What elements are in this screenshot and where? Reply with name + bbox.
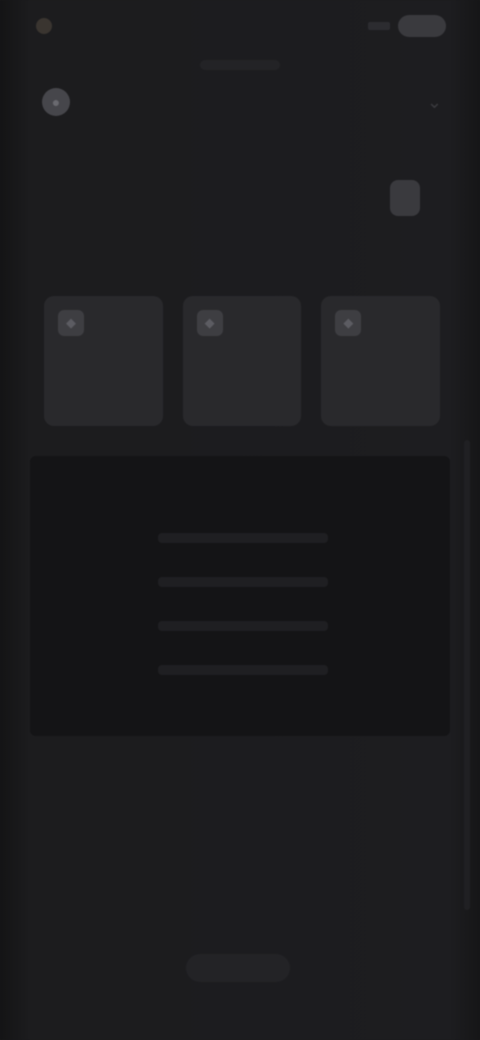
url-bar[interactable]: [200, 60, 280, 70]
card-row: ◆ ◆ ◆: [44, 296, 441, 426]
tab-1[interactable]: [60, 192, 68, 204]
card-3[interactable]: ◆: [321, 296, 441, 426]
app-screen: ● ⌄ ◆ ◆ ◆: [0, 0, 480, 1040]
row-detail: [144, 577, 342, 587]
card-3-icon: ◆: [335, 310, 362, 336]
chevron-down-icon[interactable]: ⌄: [427, 92, 442, 113]
table-header: [44, 480, 436, 516]
notification-dot-icon: [36, 18, 52, 34]
status-left: [36, 18, 62, 34]
tab-3[interactable]: [192, 192, 200, 204]
battery-icon: [398, 15, 446, 37]
app-header: ● ⌄: [42, 86, 442, 118]
content-line-2[interactable]: [40, 836, 310, 858]
scrollbar[interactable]: [464, 440, 470, 910]
data-table: [30, 456, 450, 736]
row-detail: [144, 665, 342, 675]
section-label: [46, 254, 166, 270]
table-row[interactable]: [44, 516, 436, 560]
row-bar: [158, 621, 328, 631]
status-bar: [0, 0, 480, 52]
row-bar: [158, 665, 328, 675]
table-row[interactable]: [44, 560, 436, 604]
tab-active[interactable]: [390, 180, 420, 216]
header-brand[interactable]: ●: [42, 88, 80, 116]
table-row[interactable]: [44, 604, 436, 648]
footer-button[interactable]: [186, 954, 290, 982]
tab-bar: [60, 176, 420, 220]
tab-4[interactable]: [258, 192, 266, 204]
app-logo-icon: ●: [42, 88, 70, 116]
row-detail: [144, 533, 342, 543]
card-1-label: [58, 380, 149, 392]
card-2[interactable]: ◆: [182, 296, 302, 426]
status-right: [368, 15, 446, 37]
card-2-icon: ◆: [196, 310, 223, 336]
card-1-icon: ◆: [58, 310, 84, 336]
content-line-1: [42, 768, 362, 790]
card-3-label: [335, 380, 426, 392]
row-bar: [158, 577, 328, 587]
card-2-label: [197, 380, 288, 392]
row-bar: [158, 533, 328, 543]
tab-5[interactable]: [324, 192, 332, 204]
card-1[interactable]: ◆: [44, 296, 163, 426]
signal-icon: [368, 22, 390, 30]
row-detail: [144, 621, 342, 631]
table-row[interactable]: [44, 648, 436, 692]
tab-2[interactable]: [126, 192, 134, 204]
